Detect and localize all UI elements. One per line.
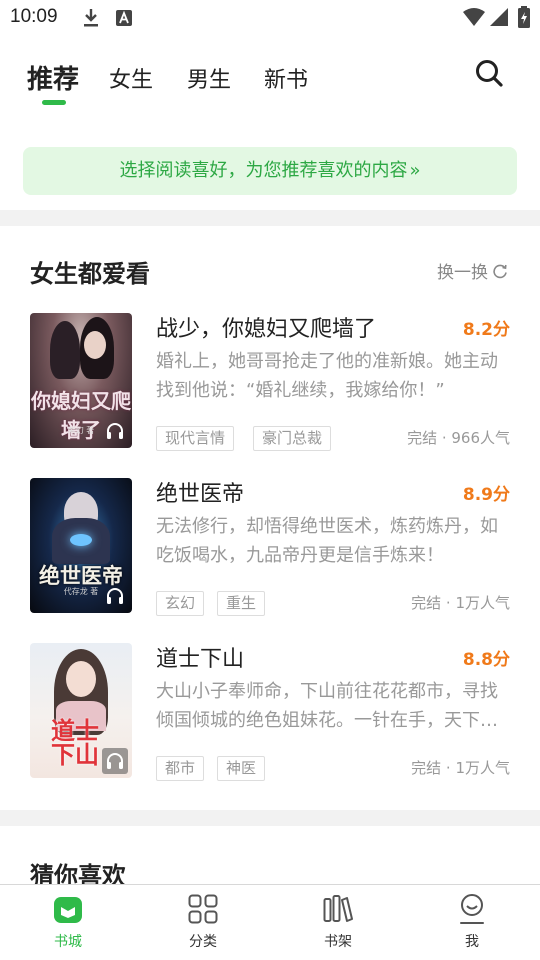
book-tag[interactable]: 都市	[156, 756, 205, 781]
bottom-navigation: 书城 分类 书架 我	[0, 884, 540, 960]
book-score: 8.8分	[462, 650, 510, 670]
preference-banner-text: 选择阅读喜好，为您推荐喜欢的内容	[119, 160, 408, 181]
section-title-female: 女生都爱看	[30, 260, 150, 288]
refresh-icon	[493, 264, 507, 278]
headphones-icon	[107, 423, 123, 439]
book-description: 婚礼上，她哥哥抢走了他的准新娘。她主动找到他说：“婚礼继续，我嫁给你！”	[156, 351, 498, 401]
book-title: 战少，你媳妇又爬墙了	[156, 317, 377, 342]
bookstore-icon	[54, 897, 82, 923]
double-chevron-right-icon: »	[409, 160, 421, 181]
headphones-icon	[107, 753, 123, 769]
book-tag[interactable]: 现代言情	[156, 426, 235, 451]
status-bar: 10:09	[0, 0, 540, 36]
book-cover: 你媳妇又爬墙了 紫幻 著	[30, 313, 132, 448]
active-tab-indicator	[42, 100, 66, 105]
profile-icon	[460, 894, 484, 924]
wifi-icon	[463, 8, 485, 30]
book-item[interactable]: 道士下山 道士下山 8.8分 大山小子奉师命，下山前往花花都市，寻找倾国倾城的绝…	[0, 643, 540, 783]
book-description: 大山小子奉师命，下山前往花花都市，寻找倾国倾城的绝色姐妹花。一针在手，天下我有！	[156, 681, 498, 731]
battery-icon	[518, 6, 530, 32]
nav-label: 书城	[54, 934, 82, 950]
section-divider	[0, 810, 540, 826]
book-item[interactable]: 绝世医帝 代存龙 著 绝世医帝 8.9分 无法修行，却悟得绝世医术，炼药炼丹，如…	[0, 478, 540, 618]
nav-label: 书架	[324, 934, 352, 950]
book-tag[interactable]: 神医	[217, 756, 266, 781]
book-tag[interactable]: 重生	[217, 591, 266, 616]
tab-female[interactable]: 女生	[109, 62, 153, 94]
book-score: 8.2分	[462, 320, 510, 340]
download-icon	[82, 8, 100, 32]
book-status-popularity: 完结 · 966人气	[407, 429, 510, 447]
font-icon	[116, 10, 132, 30]
book-tag[interactable]: 豪门总裁	[253, 426, 332, 451]
nav-profile[interactable]: 我	[432, 885, 512, 960]
bookshelf-icon	[323, 895, 353, 922]
book-tag[interactable]: 玄幻	[156, 591, 205, 616]
nav-bookstore[interactable]: 书城	[28, 885, 108, 960]
audiobook-badge	[102, 583, 128, 609]
signal-icon	[490, 8, 508, 30]
book-score: 8.9分	[462, 485, 510, 505]
book-item[interactable]: 你媳妇又爬墙了 紫幻 著 战少，你媳妇又爬墙了 8.2分 婚礼上，她哥哥抢走了他…	[0, 313, 540, 453]
tab-male[interactable]: 男生	[187, 62, 231, 94]
book-title: 绝世医帝	[156, 482, 245, 507]
reading-preference-banner[interactable]: 选择阅读喜好，为您推荐喜欢的内容»	[23, 147, 517, 195]
audiobook-badge	[102, 418, 128, 444]
section-divider	[0, 210, 540, 226]
nav-label: 分类	[189, 934, 217, 950]
search-button[interactable]	[474, 58, 504, 88]
book-cover: 道士下山	[30, 643, 132, 778]
headphones-icon	[107, 588, 123, 604]
book-title: 道士下山	[156, 647, 245, 672]
refresh-button[interactable]: 换一换	[437, 258, 508, 283]
book-cover: 绝世医帝 代存龙 著	[30, 478, 132, 613]
status-time: 10:09	[10, 6, 58, 27]
book-status-popularity: 完结 · 1万人气	[411, 759, 510, 777]
book-status-popularity: 完结 · 1万人气	[411, 594, 510, 612]
tab-new-books[interactable]: 新书	[264, 62, 308, 94]
refresh-label: 换一换	[437, 263, 488, 283]
category-grid-icon	[188, 894, 218, 924]
category-tabs: 推荐 女生 男生 新书	[0, 48, 540, 110]
nav-category[interactable]: 分类	[163, 885, 243, 960]
search-icon	[476, 60, 503, 87]
nav-bookshelf[interactable]: 书架	[298, 885, 378, 960]
book-description: 无法修行，却悟得绝世医术，炼药炼丹，如吃饭喝水，九品帝丹更是信手炼来！	[156, 516, 498, 566]
nav-label: 我	[465, 934, 479, 950]
audiobook-badge	[102, 748, 128, 774]
tab-recommend[interactable]: 推荐	[27, 59, 79, 96]
cover-title-text: 道士下山	[51, 716, 99, 769]
